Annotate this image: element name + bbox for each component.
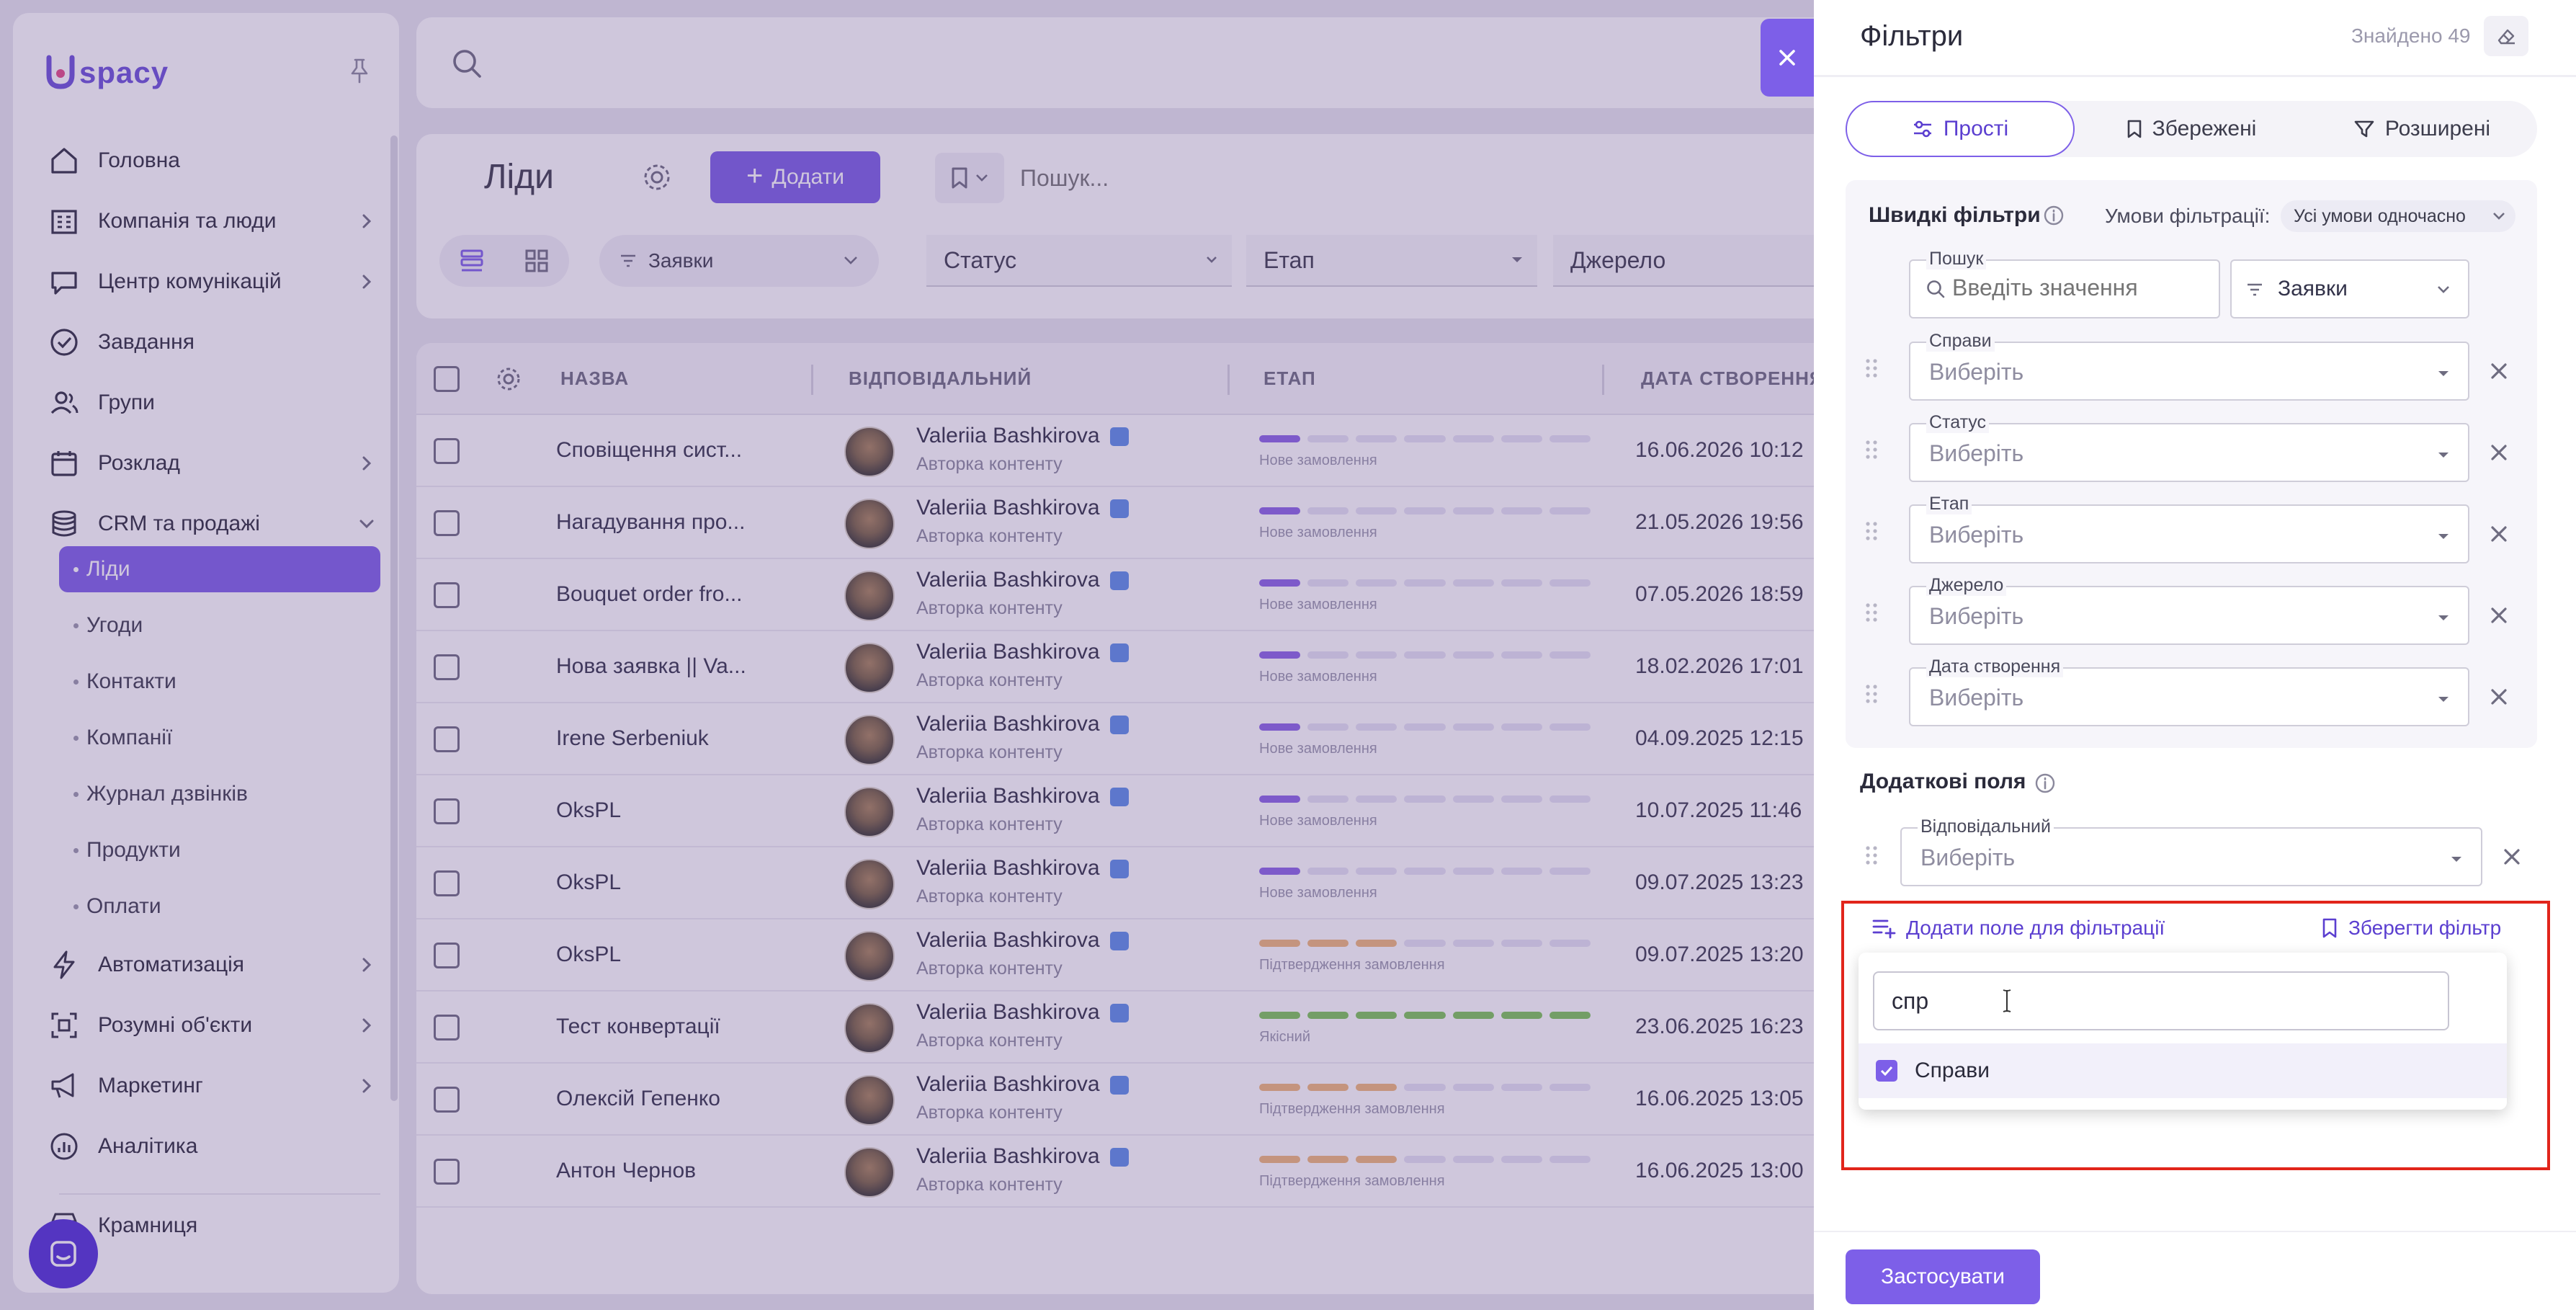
filter-tabs: Прості Збережені Розширені [1846,101,2537,157]
field-picker-search-input[interactable] [1873,971,2449,1030]
filter-select[interactable]: Джерело Виберіть [1909,574,2469,645]
results-count: Знайдено 49 [2351,24,2471,47]
field-label: Відповідальний [1918,816,2054,837]
tab-label: Прості [1943,117,2009,141]
field-picker-dropdown: Справи [1859,953,2507,1110]
text-cursor-icon [2001,989,2013,1013]
field-label: Статус [1926,411,1990,433]
drag-handle-icon[interactable] [1864,520,1879,542]
eraser-icon [2495,24,2518,48]
chevron-down-icon [2491,209,2507,223]
sliders-icon [1912,120,1933,138]
conditions-value: Усі умови одночасно [2294,205,2466,226]
info-icon[interactable] [2043,205,2065,226]
caret-down-icon [2448,850,2465,868]
quick-filters-title: Швидкі фільтри [1869,203,2041,227]
conditions-label: Умови фільтрації: [2105,205,2271,227]
field-value: Виберіть [1920,845,2016,870]
save-filter-label: Зберегти фільтр [2348,917,2502,939]
filter-select[interactable]: Справи Виберіть [1909,330,2469,401]
close-icon [1775,45,1799,70]
drag-handle-icon[interactable] [1864,602,1879,623]
filter-select[interactable]: Дата створення Виберіть [1909,656,2469,726]
field-option[interactable]: Справи [1859,1043,2507,1098]
add-list-icon [1871,917,1896,939]
field-value: Виберіть [1929,359,2024,385]
field-option-label: Справи [1915,1059,1990,1082]
bookmark-icon [2126,119,2142,139]
add-filter-field-label: Додати поле для фільтрації [1906,917,2165,939]
search-icon [1925,278,1946,300]
remove-field-icon[interactable] [2487,359,2511,383]
drag-handle-icon[interactable] [1864,357,1879,379]
quick-search-field[interactable]: Пошук [1909,248,2220,318]
apply-filters-button[interactable]: Застосувати [1846,1249,2040,1304]
search-scope-value: Заявки [2278,277,2348,300]
field-label: Справи [1926,330,1995,352]
remove-field-icon[interactable] [2487,685,2511,709]
tab-simple[interactable]: Прості [1846,101,2075,157]
divider [1814,1231,2576,1232]
info-icon[interactable] [2034,772,2056,794]
field-label: Дата створення [1926,656,2064,677]
field-label: Пошук [1926,248,1987,269]
tab-saved[interactable]: Збережені [2083,101,2299,157]
add-filter-field-button[interactable]: Додати поле для фільтрації [1871,917,2165,940]
caret-down-icon [2435,446,2452,463]
filter-select[interactable]: Етап Виберіть [1909,493,2469,563]
responsible-select[interactable]: Відповідальний Виберіть [1900,816,2482,886]
field-label: Джерело [1926,574,2007,596]
field-value: Виберіть [1929,522,2024,548]
drag-handle-icon[interactable] [1864,845,1879,866]
field-label: Етап [1926,493,1972,514]
filters-panel: Фільтри Знайдено 49 Прості Збережені Роз… [1814,0,2576,1310]
remove-field-icon[interactable] [2487,522,2511,546]
additional-fields-title: Додаткові поля [1860,770,2026,793]
chevron-down-icon [2435,282,2452,297]
bookmark-icon [2321,917,2338,939]
checkbox-checked-icon[interactable] [1876,1060,1897,1082]
save-filter-button[interactable]: Зберегти фільтр [2321,917,2501,940]
drag-handle-icon[interactable] [1864,439,1879,460]
remove-field-icon[interactable] [2500,845,2524,869]
remove-field-icon[interactable] [2487,440,2511,465]
clear-filters-button[interactable] [2484,16,2528,56]
conditions-dropdown[interactable]: Усі умови одночасно [2281,200,2515,232]
modal-backdrop[interactable] [0,0,1814,1310]
drag-handle-icon[interactable] [1864,683,1879,705]
caret-down-icon [2435,365,2452,382]
close-filters-button[interactable] [1761,19,1814,97]
field-value: Виберіть [1929,440,2024,466]
filter-lines-icon [2246,282,2263,297]
advanced-filter-icon [2353,119,2375,139]
quick-search-input[interactable] [1951,274,2210,302]
remove-field-icon[interactable] [2487,603,2511,628]
tab-label: Збережені [2152,117,2257,141]
search-scope-dropdown[interactable]: Заявки [2230,259,2469,318]
field-value: Виберіть [1929,685,2024,710]
filter-select[interactable]: Статус Виберіть [1909,411,2469,482]
caret-down-icon [2435,527,2452,545]
filters-title: Фільтри [1860,20,1964,52]
caret-down-icon [2435,609,2452,626]
field-value: Виберіть [1929,603,2024,629]
divider [1814,75,2576,77]
quick-filters-section: Швидкі фільтри Умови фільтрації: Усі умо… [1846,180,2537,748]
tab-advanced[interactable]: Розширені [2307,101,2537,157]
tab-label: Розширені [2384,117,2491,141]
caret-down-icon [2435,690,2452,708]
